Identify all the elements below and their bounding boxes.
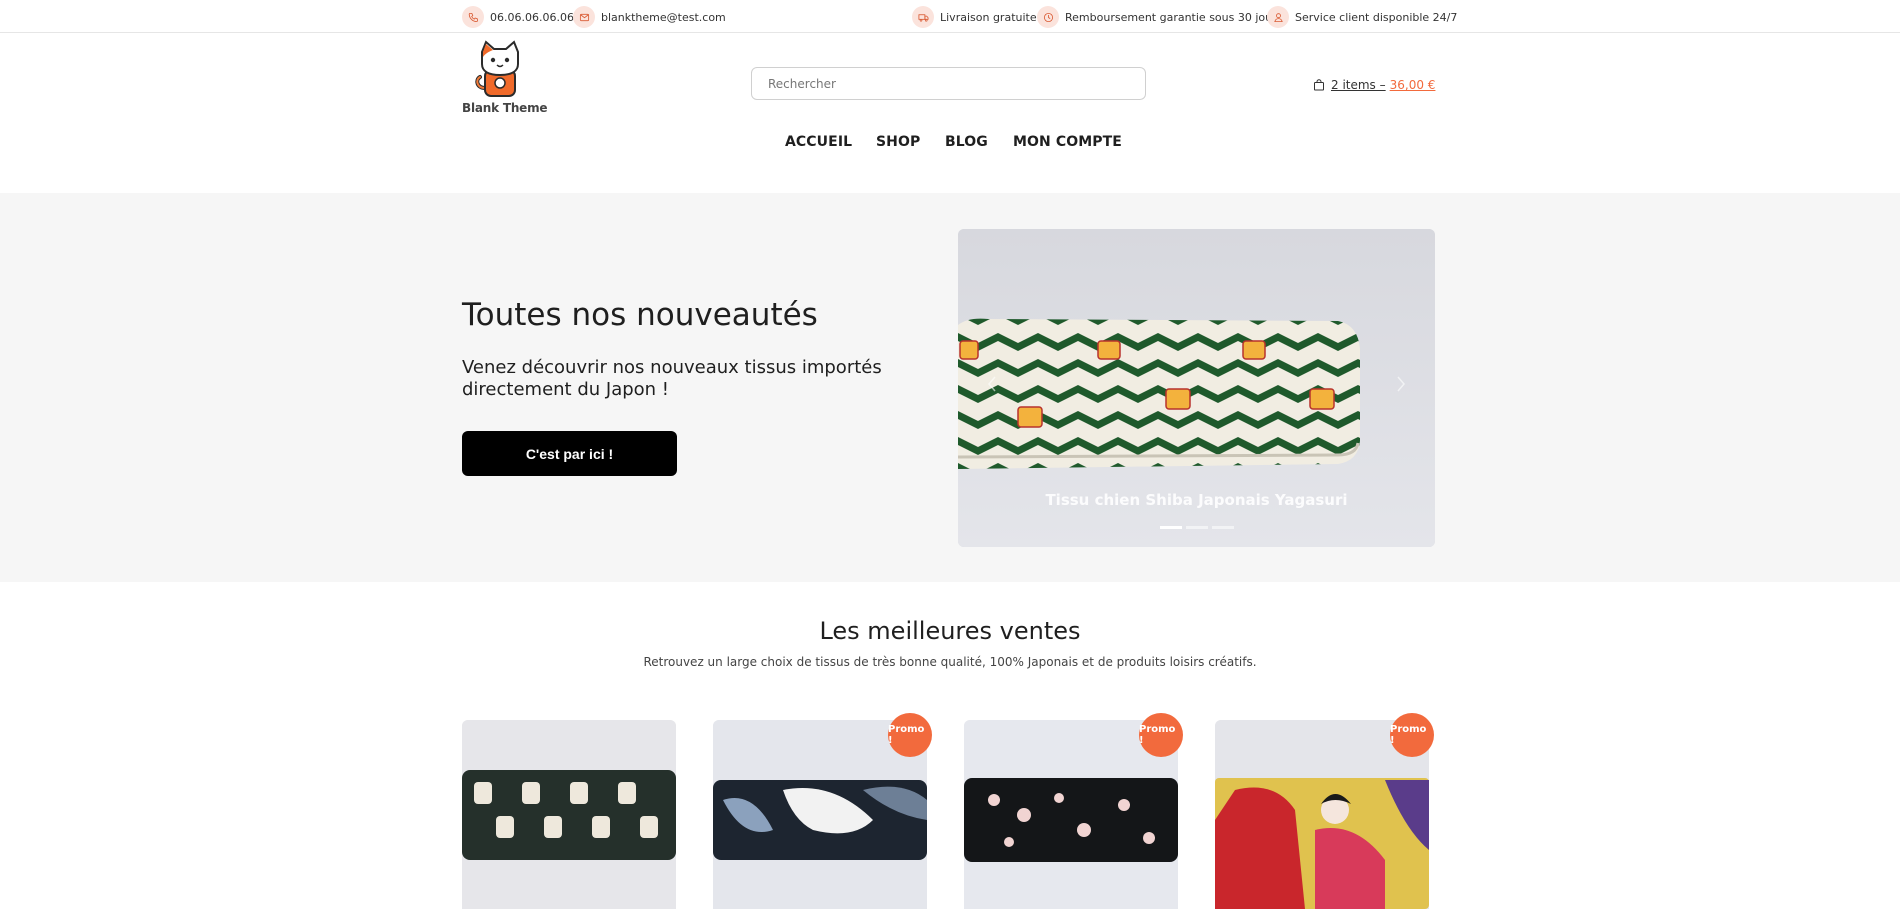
phone-contact[interactable]: 06.06.06.06.06 bbox=[462, 5, 574, 29]
chevron-left-icon bbox=[988, 376, 996, 392]
nav-item-label: SHOP bbox=[876, 134, 921, 150]
product-image bbox=[462, 720, 676, 909]
cart-link[interactable]: 2 items – 36,00 € bbox=[1313, 78, 1435, 92]
refund-info: Remboursement garantie sous 30 jours bbox=[1037, 5, 1282, 29]
refund-text: Remboursement garantie sous 30 jours bbox=[1065, 10, 1283, 24]
free-shipping-info: Livraison gratuite bbox=[912, 5, 1037, 29]
nav-item-shop[interactable]: SHOP bbox=[876, 134, 920, 158]
cart-total: 36,00 € bbox=[1389, 78, 1436, 92]
email-contact[interactable]: blanktheme@test.com bbox=[573, 5, 726, 29]
phone-number: 06.06.06.06.06 bbox=[490, 10, 574, 24]
hero-slider[interactable]: Tissu chien Shiba Japonais Yagasuri bbox=[958, 229, 1435, 547]
cart-item-count: 2 items – bbox=[1331, 78, 1386, 92]
shopping-bag-icon bbox=[1314, 79, 1324, 91]
hero-cta-button[interactable]: C'est par ici ! bbox=[462, 431, 677, 476]
truck-icon bbox=[912, 6, 934, 28]
top-bar: 06.06.06.06.06 blanktheme@test.com Livra… bbox=[0, 0, 1900, 33]
cat-logo-icon bbox=[475, 40, 519, 97]
hero-title: Toutes nos nouveautés bbox=[462, 297, 818, 333]
nav-item-blog[interactable]: BLOG bbox=[945, 134, 988, 158]
support-info: Service client disponible 24/7 bbox=[1267, 5, 1457, 29]
slider-dot[interactable] bbox=[1159, 526, 1182, 529]
nav-item-accueil[interactable]: ACCUEIL bbox=[785, 134, 853, 158]
free-shipping-text: Livraison gratuite bbox=[940, 10, 1037, 24]
slide-caption: Tissu chien Shiba Japonais Yagasuri bbox=[1045, 491, 1348, 509]
promo-badge: Promo ! bbox=[1139, 713, 1183, 757]
page: 06.06.06.06.06 blanktheme@test.com Livra… bbox=[0, 0, 1900, 909]
promo-badge: Promo ! bbox=[888, 713, 932, 757]
hero-section bbox=[0, 193, 1900, 582]
search-input[interactable] bbox=[751, 67, 1146, 100]
nav-item-mon-compte[interactable]: MON COMPTE bbox=[1013, 134, 1122, 158]
slider-dot[interactable] bbox=[1211, 526, 1234, 529]
logo-text: Blank Theme bbox=[462, 101, 548, 115]
clock-icon bbox=[1037, 6, 1059, 28]
email-address: blanktheme@test.com bbox=[601, 10, 726, 24]
support-text: Service client disponible 24/7 bbox=[1295, 10, 1458, 24]
slider-dot[interactable] bbox=[1185, 526, 1208, 529]
phone-icon bbox=[462, 6, 484, 28]
slider-dots bbox=[958, 526, 1435, 529]
promo-badge: Promo ! bbox=[1390, 713, 1434, 757]
product-card[interactable] bbox=[462, 720, 676, 909]
chevron-right-icon bbox=[1397, 376, 1405, 392]
slider-next-arrow[interactable] bbox=[1391, 369, 1411, 399]
nav-item-label: ACCUEIL bbox=[785, 134, 853, 150]
slider-prev-arrow[interactable] bbox=[982, 369, 1002, 399]
best-sellers-title: Les meilleures ventes bbox=[819, 617, 1081, 645]
user-icon bbox=[1267, 6, 1289, 28]
best-sellers-subtitle: Retrouvez un large choix de tissus de tr… bbox=[643, 655, 1257, 669]
mail-icon bbox=[573, 6, 595, 28]
nav-item-label: BLOG bbox=[945, 134, 988, 150]
nav-item-label: MON COMPTE bbox=[1013, 134, 1122, 150]
hero-subtitle: Venez découvrir nos nouveaux tissus impo… bbox=[462, 357, 882, 400]
